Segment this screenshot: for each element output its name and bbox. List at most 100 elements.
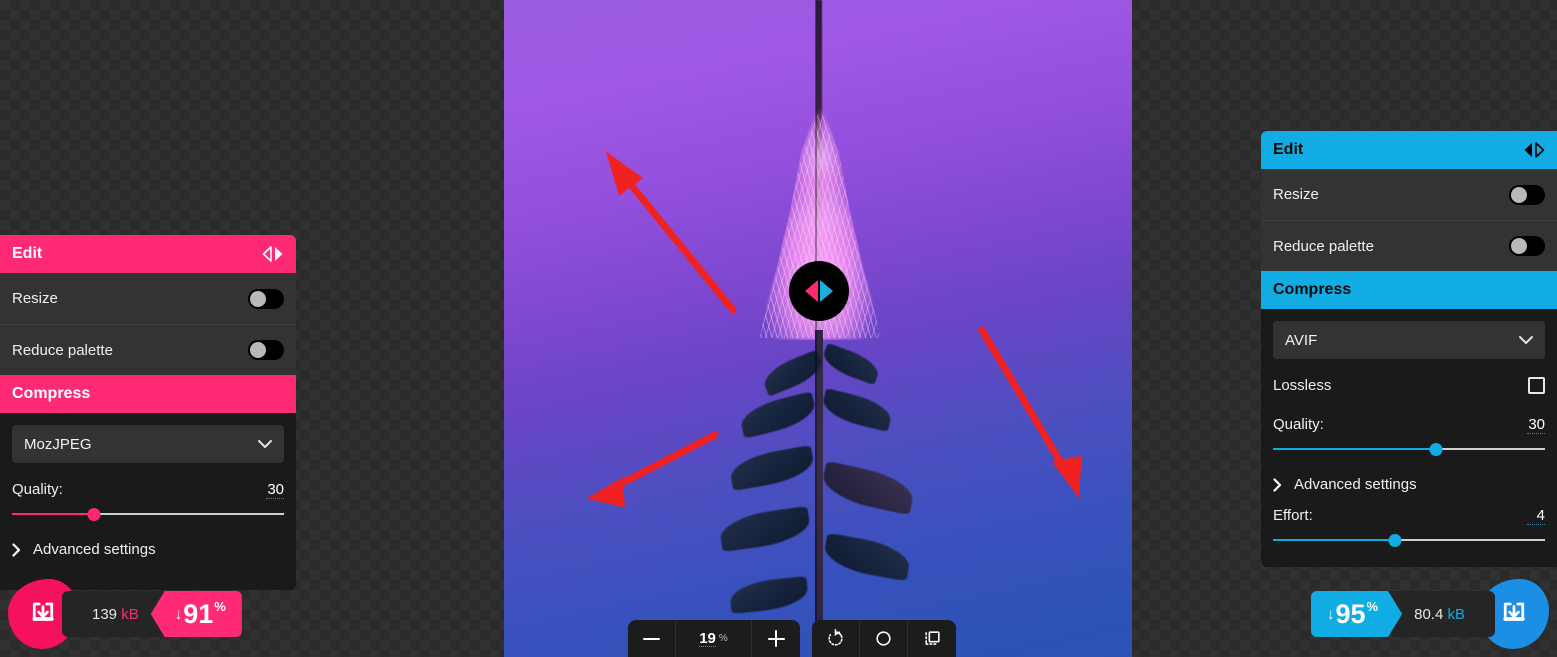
right-effort-label: Effort: [1273,507,1313,524]
right-advanced-settings-toggle[interactable]: Advanced settings [1273,476,1545,493]
split-divider [815,0,817,657]
right-option-resize[interactable]: Resize [1261,169,1557,220]
right-compress-title: Compress [1273,281,1352,298]
right-resize-toggle[interactable] [1509,184,1545,205]
right-edit-body: Resize Reduce palette [1261,169,1557,271]
left-quality-row: Quality: 30 [12,481,284,499]
chevron-right-icon [1273,477,1282,492]
left-panel-collapse-button[interactable] [262,246,284,262]
right-effort-row: Effort: 4 [1273,507,1545,525]
down-arrow-icon: ↓ [1327,605,1335,623]
right-lossless-checkbox[interactable] [1528,377,1545,394]
zoom-controls-group: 19 % [628,620,800,657]
left-compress-header: Compress [0,375,296,413]
right-reduce-palette-toggle[interactable] [1509,236,1545,256]
left-quality-slider[interactable] [12,507,284,521]
minus-icon [643,637,660,640]
toggle-knob [1511,186,1527,203]
right-result-bar: ↓ 95 % 80.4 kB [1311,579,1549,649]
zoom-level-input[interactable]: 19 % [676,620,752,657]
collapse-arrows-icon [262,246,283,262]
zoom-level-unit: % [718,633,728,644]
right-quality-row: Quality: 30 [1273,416,1545,434]
toggle-knob [250,290,266,307]
slider-fill [1273,539,1396,541]
right-codec-select[interactable]: AVIF [1273,321,1545,359]
right-options-panel: Edit Resize Reduce palette Compress AVIF… [1261,131,1557,567]
left-options-panel: Edit Resize Reduce palette Compress MozJ… [0,235,296,590]
toggle-background-button[interactable] [908,620,956,657]
image-canvas[interactable] [504,0,1132,657]
left-option-resize[interactable]: Resize [0,273,296,324]
left-result-percent: ↓ 91 % [150,591,242,637]
left-result-size: 139 kB [92,605,139,623]
rotate-button[interactable] [812,620,860,657]
left-advanced-settings-toggle[interactable]: Advanced settings [12,541,284,558]
left-edit-header: Edit [0,235,296,273]
squoosh-app: 19 % Edit Resize Reduce palette Compress… [0,0,1557,657]
zoom-toolbar: 19 % [628,620,956,657]
right-quality-label: Quality: [1273,416,1324,433]
zoom-in-button[interactable] [752,620,800,657]
right-percent-sign: % [1366,599,1379,614]
right-option-reduce-palette[interactable]: Reduce palette [1261,220,1557,271]
left-resize-label: Resize [12,290,58,307]
right-result-bubble: ↓ 95 % 80.4 kB [1311,591,1495,637]
download-icon [1503,602,1525,621]
slider-thumb[interactable] [1388,534,1402,547]
left-reduce-palette-toggle[interactable] [248,340,284,360]
right-compress-header: Compress [1261,271,1557,309]
right-panel-collapse-button[interactable] [1523,142,1545,158]
right-percent-value: 95 [1335,598,1366,629]
zoom-out-button[interactable] [628,620,676,657]
right-edit-header: Edit [1261,131,1557,169]
left-codec-select-wrap: MozJPEG [12,425,284,463]
download-icon [32,602,54,621]
collapse-arrows-icon [1524,142,1545,158]
right-codec-select-wrap: AVIF [1273,321,1545,359]
chevron-right-icon [12,542,21,557]
left-compress-body: MozJPEG Quality: 30 Advanced settings [0,413,296,590]
right-quality-slider[interactable] [1273,442,1545,456]
right-quality-value[interactable]: 30 [1527,416,1545,434]
toggle-knob [250,342,266,358]
left-result-bubble: 139 kB ↓ 91 % [62,591,242,637]
right-lossless-label: Lossless [1273,377,1332,394]
slider-thumb[interactable] [87,508,101,521]
zoom-level-value: 19 [699,629,716,647]
left-reduce-palette-label: Reduce palette [12,341,113,359]
left-compress-title: Compress [12,385,91,402]
right-result-percent: ↓ 95 % [1311,591,1402,637]
left-codec-select[interactable]: MozJPEG [12,425,284,463]
left-option-reduce-palette[interactable]: Reduce palette [0,324,296,375]
left-quality-value[interactable]: 30 [266,481,284,499]
slider-fill [12,513,94,515]
right-resize-label: Resize [1273,186,1319,203]
left-quality-label: Quality: [12,481,63,498]
left-resize-toggle[interactable] [248,288,284,309]
right-compress-body: AVIF Lossless Quality: 30 Advanced setti… [1261,309,1557,567]
left-result-bar: 139 kB ↓ 91 % [8,579,242,649]
circle-icon [876,631,891,646]
arrow-right-icon [820,280,833,302]
right-effort-value[interactable]: 4 [1527,507,1545,525]
plus-icon [767,630,785,647]
right-advanced-settings-label: Advanced settings [1294,476,1417,493]
slider-thumb[interactable] [1429,443,1443,456]
right-lossless-row[interactable]: Lossless [1273,377,1545,394]
right-edit-title: Edit [1273,141,1304,158]
show-original-button[interactable] [860,620,908,657]
right-effort-slider[interactable] [1273,533,1545,547]
split-compare-handle[interactable] [789,261,849,321]
left-edit-body: Resize Reduce palette [0,273,296,375]
down-arrow-icon: ↓ [174,605,183,623]
toggle-knob [1511,238,1527,254]
left-edit-title: Edit [12,245,43,262]
right-result-size: 80.4 kB [1414,605,1465,623]
view-controls-group [812,620,956,657]
left-percent-value: 91 [183,598,214,629]
toggle-background-icon [924,631,940,645]
slider-fill [1273,448,1437,450]
right-reduce-palette-label: Reduce palette [1273,237,1374,255]
rotate-icon [828,629,843,646]
